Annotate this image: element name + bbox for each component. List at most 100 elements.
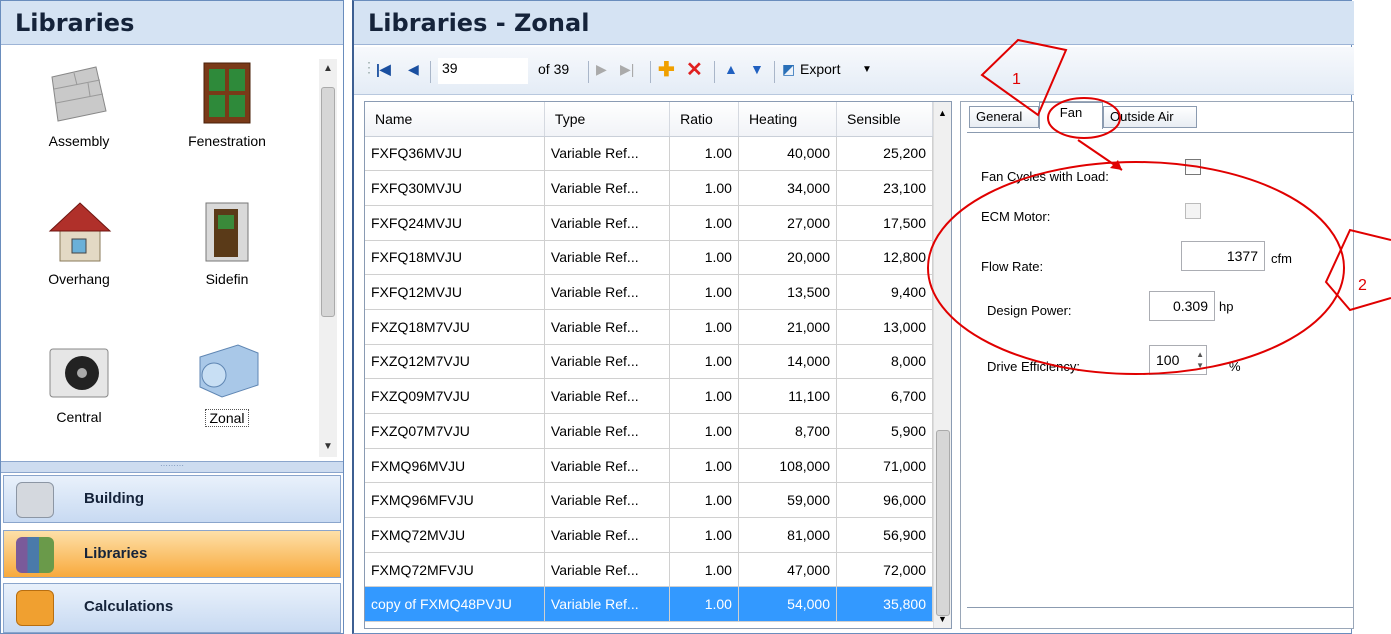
table-cell: 21,000 <box>738 309 837 345</box>
column-header[interactable]: Sensible <box>836 102 934 137</box>
nav-libraries-button[interactable]: Libraries <box>3 530 341 578</box>
scroll-thumb[interactable] <box>936 430 950 616</box>
library-item-central[interactable]: Central <box>19 327 139 447</box>
library-item-label: Central <box>56 409 102 425</box>
nav-calculations-button[interactable]: Calculations <box>3 583 341 633</box>
table-cell: 17,500 <box>836 205 934 241</box>
table-cell: FXFQ12MVJU <box>365 274 545 310</box>
panel-splitter[interactable]: ⋯⋯⋯ <box>1 461 343 473</box>
building-icon <box>16 482 54 518</box>
add-record-icon[interactable]: ✚ <box>658 57 675 82</box>
flow-rate-label: Flow Rate: <box>981 259 1044 274</box>
library-item-overhang[interactable]: Overhang <box>19 189 139 309</box>
library-item-label: Sidefin <box>205 271 249 287</box>
column-header[interactable]: Type <box>544 102 671 137</box>
table-cell: 72,000 <box>836 552 934 588</box>
table-row[interactable]: FXMQ72MFVJU Variable Ref... 1.00 47,000 72,0… <box>365 552 934 588</box>
column-header[interactable]: Ratio <box>669 102 739 137</box>
table-cell: FXMQ96MVJU <box>365 448 545 484</box>
scroll-down-icon[interactable]: ▼ <box>323 441 333 452</box>
drive-efficiency-input[interactable]: 100 ▲ ▼ <box>1149 345 1207 375</box>
zonal-table: Name Type Ratio Heating Sensible FXFQ36M… <box>364 101 952 629</box>
tab-outside-air[interactable]: Outside Air <box>1103 106 1197 128</box>
table-cell: 34,000 <box>738 170 837 206</box>
tab-general[interactable]: General <box>969 106 1039 128</box>
table-cell: 1.00 <box>669 517 739 553</box>
table-row[interactable]: FXZQ18M7VJU Variable Ref... 1.00 21,000 13,0… <box>365 309 934 345</box>
design-power-label: Design Power: <box>987 303 1072 318</box>
table-row[interactable]: FXZQ12M7VJU Variable Ref... 1.00 14,000 8,00… <box>365 344 934 380</box>
flow-rate-input[interactable]: 1377 <box>1181 241 1265 271</box>
tab-fan[interactable]: Fan <box>1039 102 1103 129</box>
table-row[interactable]: FXFQ24MVJU Variable Ref... 1.00 27,000 17,50… <box>365 205 934 241</box>
column-header[interactable]: Heating <box>738 102 837 137</box>
library-icon-grid: Assembly Fenestration Overhang Sidefin C… <box>7 51 319 459</box>
table-row[interactable]: copy of FXMQ48PVJU Variable Ref... 1.00 54,… <box>365 586 934 623</box>
table-cell: Variable Ref... <box>544 344 671 380</box>
design-power-input[interactable]: 0.309 <box>1149 291 1215 321</box>
table-row[interactable]: FXFQ18MVJU Variable Ref... 1.00 20,000 12,80… <box>365 240 934 276</box>
drive-efficiency-value: 100 <box>1156 352 1180 368</box>
table-scrollbar[interactable]: ▲ ▼ <box>933 102 951 628</box>
table-cell: 13,000 <box>836 309 934 345</box>
table-row[interactable]: FXMQ72MVJU Variable Ref... 1.00 81,000 56,90… <box>365 517 934 553</box>
ecm-motor-label: ECM Motor: <box>981 209 1051 224</box>
scroll-down-icon[interactable]: ▼ <box>938 614 947 624</box>
table-cell: 25,200 <box>836 136 934 172</box>
library-item-zonal[interactable]: Zonal <box>167 327 287 447</box>
table-cell: 59,000 <box>738 482 837 519</box>
table-cell: FXMQ72MVJU <box>365 517 545 553</box>
grip-icon: ⋮ <box>362 59 376 75</box>
table-row[interactable]: FXMQ96MFVJU Variable Ref... 1.00 59,000 96,0… <box>365 482 934 519</box>
table-cell: 1.00 <box>669 205 739 241</box>
move-up-icon[interactable]: ▲ <box>724 61 738 77</box>
table-row[interactable]: FXZQ07M7VJU Variable Ref... 1.00 8,700 5,900 <box>365 413 934 449</box>
table-cell: Variable Ref... <box>544 413 671 449</box>
table-cell: 96,000 <box>836 482 934 519</box>
fan-cycles-checkbox[interactable] <box>1185 159 1201 175</box>
table-cell: 8,700 <box>738 413 837 449</box>
table-cell: 9,400 <box>836 274 934 310</box>
libraries-header: Libraries <box>1 1 343 45</box>
table-cell: 35,800 <box>836 586 934 623</box>
scroll-up-icon[interactable]: ▲ <box>938 108 947 118</box>
design-power-unit: hp <box>1219 299 1234 314</box>
fan-tab-page: Fan Cycles with Load: ECM Motor: Flow Ra… <box>967 132 1353 614</box>
table-cell: 1.00 <box>669 378 739 414</box>
table-row[interactable]: FXZQ09M7VJU Variable Ref... 1.00 11,100 6,70… <box>365 378 934 414</box>
library-item-assembly[interactable]: Assembly <box>19 51 139 171</box>
first-record-icon[interactable]: |◀ <box>376 61 391 78</box>
table-row[interactable]: FXMQ96MVJU Variable Ref... 1.00 108,000 71,0… <box>365 448 934 484</box>
column-header[interactable]: Name <box>365 102 545 137</box>
drive-efficiency-label: Drive Efficiency: <box>987 359 1080 374</box>
record-number-input[interactable]: 39 <box>438 58 528 84</box>
library-item-sidefin[interactable]: Sidefin <box>167 189 287 309</box>
library-item-fenestration[interactable]: Fenestration <box>167 51 287 171</box>
scroll-thumb[interactable] <box>321 87 335 317</box>
table-cell: FXFQ18MVJU <box>365 240 545 276</box>
table-cell: Variable Ref... <box>544 205 671 241</box>
previous-record-icon[interactable]: ◀ <box>408 61 419 78</box>
calculator-icon <box>16 590 54 626</box>
table-cell: Variable Ref... <box>544 274 671 310</box>
ecm-motor-checkbox[interactable] <box>1185 203 1201 219</box>
zonal-header: Libraries - Zonal <box>354 1 1354 45</box>
table-row[interactable]: FXFQ12MVJU Variable Ref... 1.00 13,500 9,400 <box>365 274 934 310</box>
chevron-down-icon[interactable]: ▼ <box>862 64 872 75</box>
last-record-icon[interactable]: ▶| <box>620 61 634 78</box>
delete-record-icon[interactable]: ✕ <box>686 57 703 82</box>
export-button[interactable]: Export <box>800 61 840 77</box>
table-row[interactable]: FXFQ30MVJU Variable Ref... 1.00 34,000 23,10… <box>365 170 934 206</box>
next-record-icon[interactable]: ▶ <box>596 61 607 78</box>
duct-fan-icon <box>192 335 262 405</box>
move-down-icon[interactable]: ▼ <box>750 61 764 77</box>
spinner-icon[interactable]: ▲ ▼ <box>1196 349 1204 371</box>
table-cell: copy of FXMQ48PVJU <box>365 586 545 623</box>
library-scrollbar[interactable]: ▲ ▼ <box>319 59 337 457</box>
table-row[interactable]: FXFQ36MVJU Variable Ref... 1.00 40,000 25,20… <box>365 136 934 172</box>
table-cell: 12,800 <box>836 240 934 276</box>
fan-cycles-label: Fan Cycles with Load: <box>981 169 1109 184</box>
nav-building-button[interactable]: Building <box>3 475 341 523</box>
table-cell: 1.00 <box>669 274 739 310</box>
scroll-up-icon[interactable]: ▲ <box>323 63 333 74</box>
